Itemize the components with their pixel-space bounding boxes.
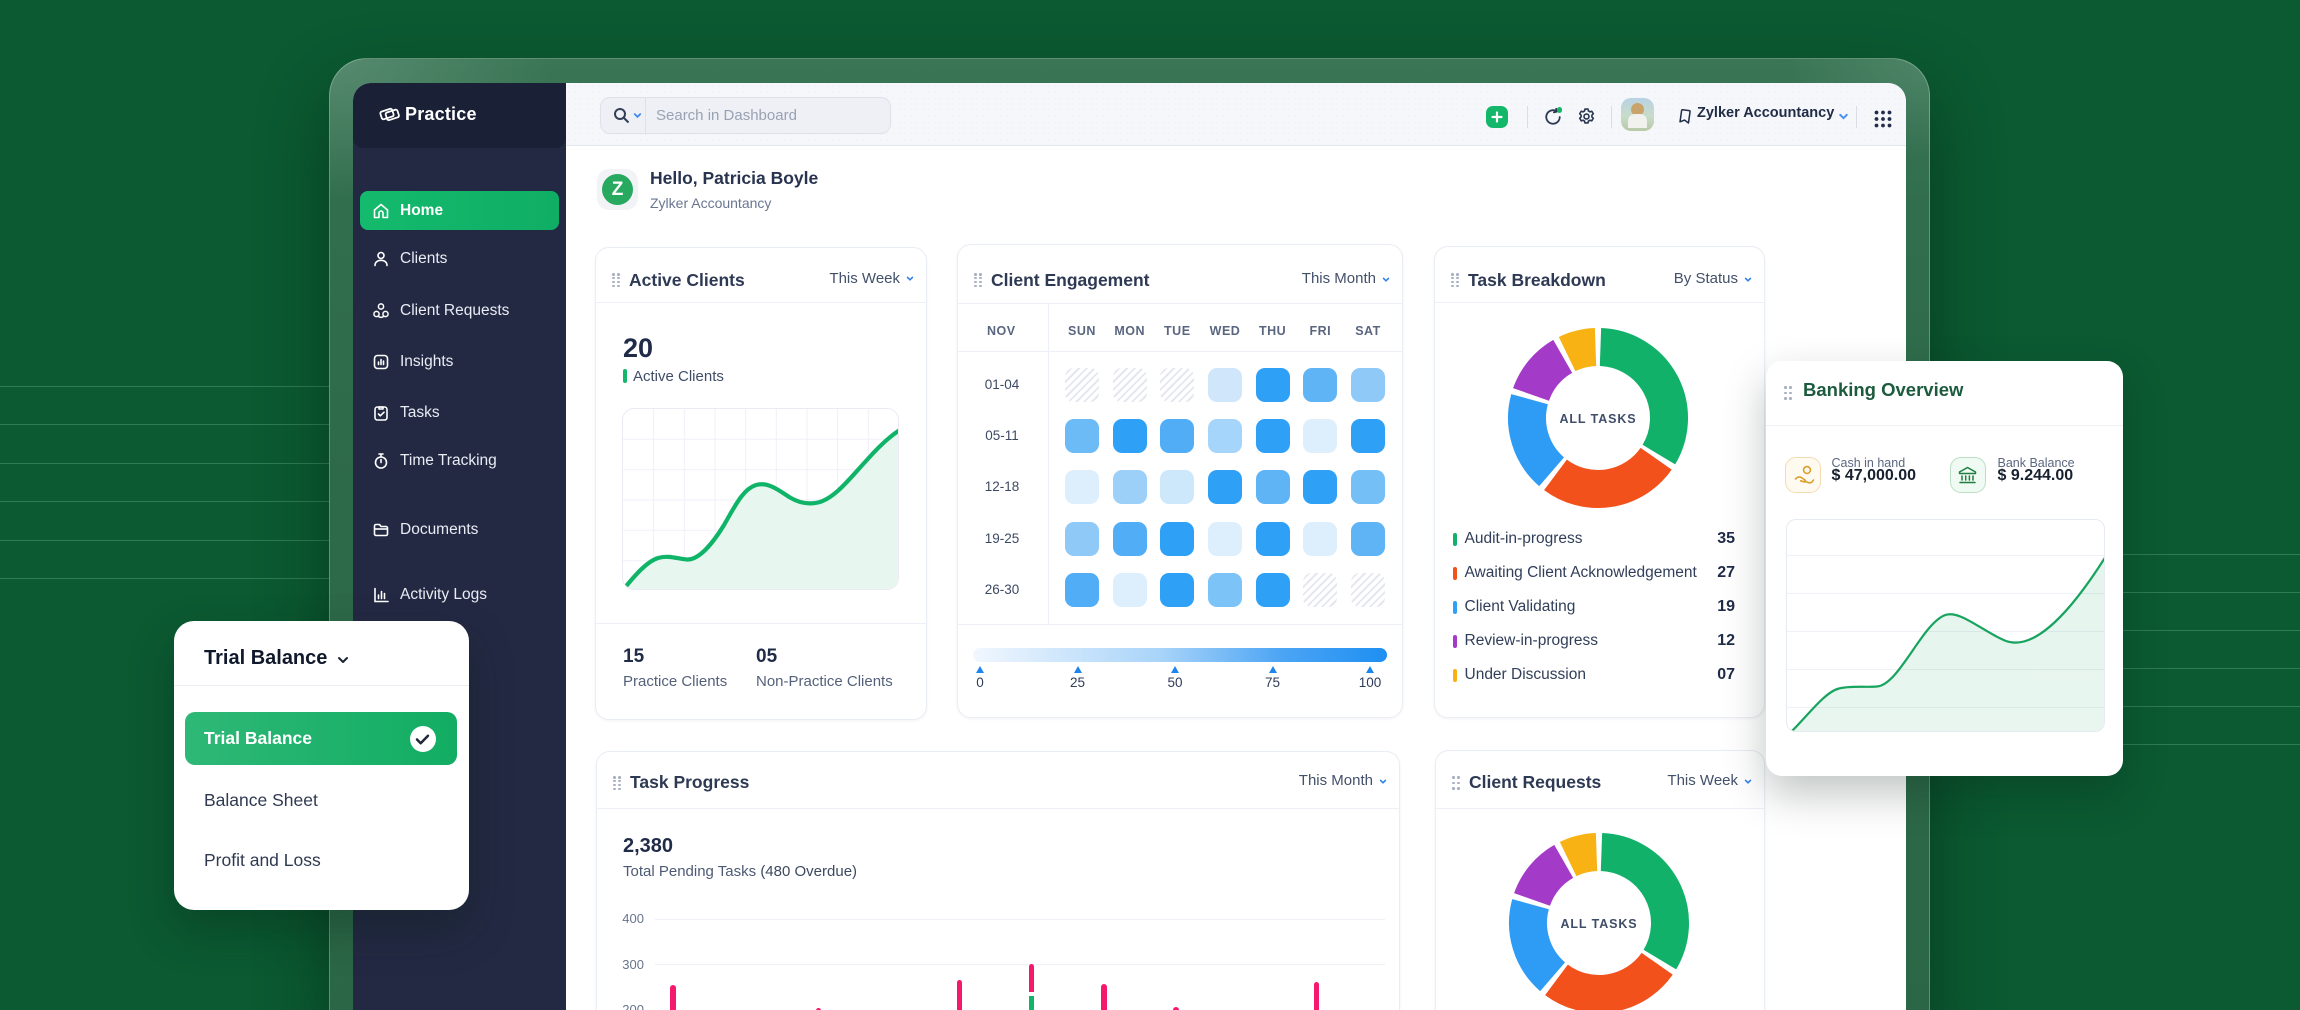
svg-text:ALL TASKS: ALL TASKS — [1560, 917, 1637, 931]
svg-text:ALL TASKS: ALL TASKS — [1559, 412, 1636, 426]
